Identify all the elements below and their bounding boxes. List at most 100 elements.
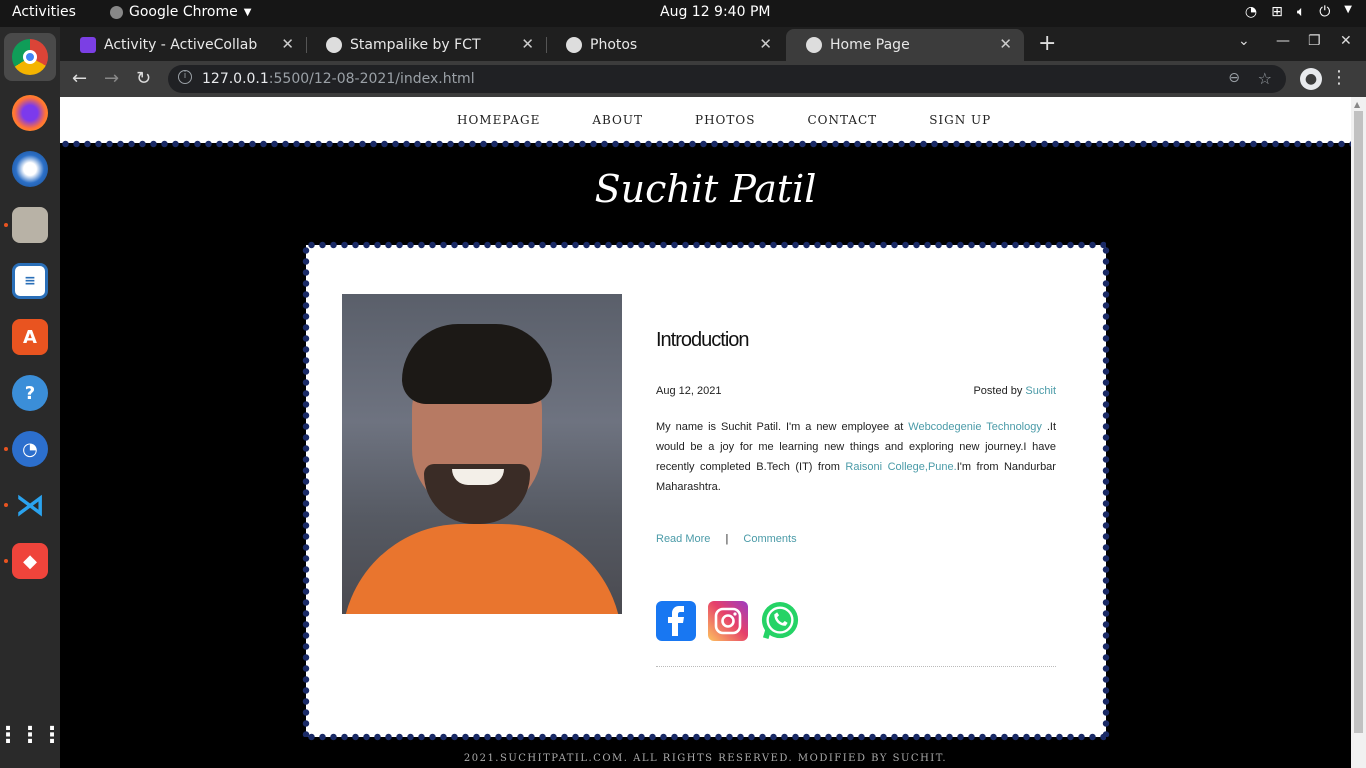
new-tab-icon[interactable]: + [1038,31,1056,56]
stamp-edge-right [1102,245,1110,737]
vscode-icon[interactable]: ⋊ [12,487,48,523]
close-icon[interactable]: ✕ [281,35,294,53]
whatsapp-icon[interactable] [760,601,800,641]
chrome-center-dot [23,50,37,64]
chrome-small-icon [110,5,123,19]
company-link[interactable]: Webcodegenie Technology [908,421,1042,433]
site-footer: 2021.SUCHITPATIL.COM. ALL RIGHTS RESERVE… [463,753,948,764]
activities-button[interactable]: Activities [12,4,76,20]
site-navbar: HOMEPAGE ABOUT PHOTOS CONTACT SIGN UP [60,97,1351,143]
volume-icon[interactable]: 🔈︎ [1297,4,1305,20]
firefox-icon[interactable] [12,95,48,131]
system-tray[interactable]: ◔ ⊞ 🔈︎ ⏻ ▼ [1245,4,1352,20]
address-bar[interactable]: i 127.0.0.1:5500/12-08-2021/index.html ⊖… [168,65,1286,93]
anydesk-icon[interactable]: ◆ [12,543,48,579]
app-menu-label: Google Chrome [129,4,238,20]
social-links [656,601,800,641]
caret-down-icon: ▼ [243,6,252,18]
menu-kebab-icon[interactable]: ⋮ [1330,67,1348,88]
maximize-icon[interactable]: ❐ [1308,33,1321,49]
tab-label: Activity - ActiveCollab [104,37,258,53]
clock[interactable]: Aug 12 9:40 PM [660,4,770,20]
info-icon[interactable]: i [178,70,192,84]
post-heading: Introduction [656,329,750,351]
post-author: Posted by Suchit [973,385,1056,397]
timer-icon[interactable]: ◔ [12,431,48,467]
site-title[interactable]: Suchit Patil [60,167,1351,211]
thunderbird-icon[interactable] [12,151,48,187]
tab-stampalike[interactable]: Stampalike by FCT ✕ [306,29,546,61]
post-body: My name is Suchit Patil. I'm a new emplo… [656,417,1056,497]
files-icon[interactable] [12,207,48,243]
minimize-icon[interactable]: — [1276,33,1290,49]
nav-photos[interactable]: PHOTOS [695,113,755,127]
instagram-icon[interactable] [708,601,748,641]
profile-photo [342,294,622,614]
help-icon[interactable]: ? [12,375,48,411]
nav-contact[interactable]: CONTACT [807,113,877,127]
back-icon[interactable]: ← [72,68,87,89]
close-icon[interactable]: ✕ [759,35,772,53]
close-icon[interactable]: ✕ [999,35,1012,53]
close-icon[interactable]: ✕ [521,35,534,53]
stamp-edge-top [306,241,1106,249]
page-scrollbar[interactable]: ▲ [1351,97,1366,768]
scroll-up-icon[interactable]: ▲ [1354,100,1360,109]
globe-icon [806,37,822,53]
tab-photos[interactable]: Photos ✕ [546,29,784,61]
stamp-edge-bottom [306,733,1106,741]
tab-label: Home Page [830,37,910,53]
tab-label: Stampalike by FCT [350,37,481,53]
running-indicator [4,223,8,227]
site-nav-list: HOMEPAGE ABOUT PHOTOS CONTACT SIGN UP [457,113,1043,127]
url-host: 127.0.0.1 [202,71,269,87]
chrome-icon[interactable] [12,39,48,75]
tab-home-page[interactable]: Home Page ✕ [786,29,1024,61]
app-menu[interactable]: Google Chrome ▼ [110,4,251,20]
activecollab-favicon [80,37,96,53]
facebook-glyph [668,606,684,636]
college-link[interactable]: Raisoni College,Pune. [845,461,956,473]
nav-about[interactable]: ABOUT [592,113,643,127]
url-text[interactable]: 127.0.0.1:5500/12-08-2021/index.html [202,71,475,87]
tab-activecollab[interactable]: Activity - ActiveCollab ✕ [60,29,306,61]
zoom-icon[interactable]: ⊖ [1228,70,1240,86]
photo-hair [402,324,552,404]
posted-by-label: Posted by [973,385,1023,397]
globe-icon [326,37,342,53]
tab-search-icon[interactable]: ⌄ [1238,33,1250,49]
comments-link[interactable]: Comments [743,533,796,545]
action-separator: | [725,533,729,545]
network-icon[interactable]: ⊞ [1271,4,1283,20]
globe-icon [566,37,582,53]
reload-icon[interactable]: ↻ [136,68,151,89]
bookmark-star-icon[interactable]: ☆ [1258,69,1272,88]
stamp-edge-left [302,245,310,737]
close-window-icon[interactable]: ✕ [1340,33,1352,49]
instagram-glyph [714,607,742,635]
dotted-divider [656,666,1056,667]
profile-icon[interactable]: ● [1300,68,1322,90]
facebook-icon[interactable] [656,601,696,641]
post-actions: Read More | Comments [656,533,797,545]
post-card: Introduction Aug 12, 2021 Posted by Such… [302,241,1110,741]
forward-icon[interactable]: → [104,68,119,89]
running-indicator [4,503,8,507]
power-icon[interactable]: ⏻ [1319,4,1330,20]
scrollbar-thumb[interactable] [1354,111,1363,733]
system-top-bar: Activities Google Chrome ▼ Aug 12 9:40 P… [0,0,1366,27]
running-indicator [4,559,8,563]
writer-icon[interactable]: ≡ [12,263,48,299]
read-more-link[interactable]: Read More [656,533,710,545]
nav-sign-up[interactable]: SIGN UP [929,113,991,127]
software-icon[interactable]: A [12,319,48,355]
author-link[interactable]: Suchit [1025,385,1056,397]
photo-smile [452,469,504,485]
timer-tray-icon[interactable]: ◔ [1245,4,1257,20]
tab-strip: Activity - ActiveCollab ✕ Stampalike by … [60,27,1366,61]
chevron-down-icon[interactable]: ▼ [1344,4,1352,20]
body-text-1: My name is Suchit Patil. I'm a new emplo… [656,421,904,433]
nav-homepage[interactable]: HOMEPAGE [457,113,540,127]
app-grid-icon[interactable]: ⋮⋮⋮ [0,717,63,753]
whatsapp-glyph [761,601,799,639]
